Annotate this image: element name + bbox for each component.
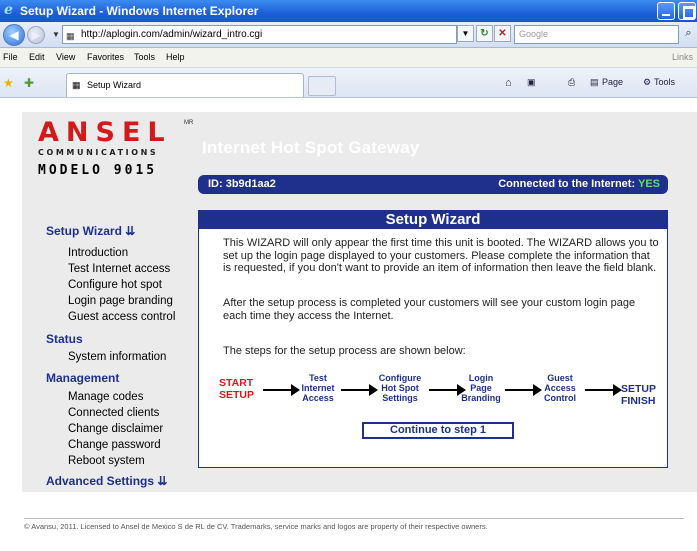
sidebar-item-introduction[interactable]: Introduction — [68, 247, 128, 259]
new-tab-button[interactable] — [308, 76, 336, 96]
add-favorite-icon[interactable]: ✚ — [24, 76, 34, 90]
step-start-setup: START SETUP — [219, 377, 255, 401]
menu-bar: File Edit View Favorites Tools Help Link… — [0, 48, 697, 68]
sidebar-item-change-password[interactable]: Change password — [68, 439, 161, 451]
sidebar-item-login-branding[interactable]: Login page branding — [68, 295, 173, 307]
internet-explorer-icon: e — [4, 2, 13, 18]
url-dropdown-button[interactable]: ▼ — [457, 25, 474, 42]
device-id: ID: 3b9d1aa2 — [208, 178, 276, 190]
tools-gear-icon: ⚙ — [643, 77, 652, 87]
tab-favicon-icon: ▦ — [72, 80, 81, 90]
history-dropdown-icon[interactable]: ▼ — [52, 30, 60, 39]
model-label: MODELO 9015 — [38, 163, 158, 178]
wizard-title: Setup Wizard — [199, 211, 667, 229]
menu-file[interactable]: File — [3, 52, 18, 62]
menu-tools[interactable]: Tools — [134, 52, 155, 62]
status-bar: ID: 3b9d1aa2 Connected to the Internet: … — [198, 175, 668, 194]
menu-view[interactable]: View — [56, 52, 75, 62]
step-guest-access: Guest Access Control — [544, 373, 576, 403]
step-configure-hot-spot: Configure Hot Spot Settings — [378, 373, 422, 403]
sidebar-item-change-disclaimer[interactable]: Change disclaimer — [68, 423, 163, 435]
forward-button[interactable]: ▶ — [27, 26, 45, 44]
wizard-intro-text: This WIZARD will only appear the first t… — [223, 237, 659, 274]
page-title: Internet Hot Spot Gateway — [202, 138, 420, 157]
connection-label: Connected to the Internet: — [498, 178, 636, 190]
home-icon[interactable]: ⌂ — [505, 77, 512, 89]
sidebar-item-manage-codes[interactable]: Manage codes — [68, 391, 143, 403]
back-button[interactable]: ◀ — [3, 24, 25, 46]
step-arrow-icon — [429, 384, 466, 396]
step-setup-finish: SETUP FINISH — [621, 383, 657, 407]
wizard-completion-text: After the setup process is completed you… — [223, 297, 636, 322]
url-text: http://aplogin.com/admin/wizard_intro.cg… — [81, 29, 263, 40]
sidebar-section-setup-wizard[interactable]: Setup Wizard ⇊ — [46, 224, 135, 238]
maximize-button[interactable] — [678, 2, 696, 20]
step-arrow-icon — [505, 384, 542, 396]
refresh-button[interactable]: ↻ — [476, 25, 493, 42]
page-viewport: ANSEL MR COMMUNICATIONS MODELO 9015 Inte… — [0, 98, 697, 551]
search-placeholder: Google — [519, 29, 549, 39]
search-input[interactable]: Google — [514, 25, 679, 44]
forward-arrow-icon: ▶ — [31, 28, 41, 42]
sidebar-item-system-information[interactable]: System information — [68, 351, 166, 363]
sidebar-item-connected-clients[interactable]: Connected clients — [68, 407, 159, 419]
wizard-steps-text: The steps for the setup process are show… — [223, 345, 466, 357]
search-icon[interactable]: ⌕ — [680, 25, 697, 44]
window-title-bar[interactable]: e Setup Wizard - Windows Internet Explor… — [0, 0, 697, 22]
feeds-icon[interactable]: ▣ — [527, 77, 536, 88]
footer-copyright: © Avansu, 2011. Licensed to Ansel de Mex… — [24, 522, 488, 531]
back-arrow-icon: ◀ — [9, 28, 19, 42]
page-menu[interactable]: Page — [602, 77, 623, 87]
address-bar: ◀ ▶ ▼ ▦ http://aplogin.com/admin/wizard_… — [0, 22, 697, 48]
favorites-star-icon[interactable]: ★ — [3, 76, 14, 90]
menu-help[interactable]: Help — [166, 52, 185, 62]
menu-edit[interactable]: Edit — [29, 52, 45, 62]
sidebar-section-status[interactable]: Status — [46, 332, 83, 346]
step-arrow-icon — [585, 384, 622, 396]
sidebar-section-management[interactable]: Management — [46, 371, 119, 385]
sidebar-item-guest-access[interactable]: Guest access control — [68, 311, 175, 323]
footer-divider — [24, 518, 684, 519]
tab-setup-wizard[interactable]: ▦ Setup Wizard — [66, 73, 304, 97]
logo-trademark: MR — [184, 120, 194, 126]
logo-subtitle: COMMUNICATIONS — [38, 148, 159, 157]
sidebar-item-reboot-system[interactable]: Reboot system — [68, 455, 145, 467]
links-toolbar[interactable]: Links — [672, 52, 693, 62]
step-arrow-icon — [341, 384, 378, 396]
tab-bar: ★ ✚ ▦ Setup Wizard ⌂ ▣ ⎙ ▤ Page ⚙ Tools — [0, 68, 697, 98]
connection-status: Connected to the Internet: YES — [498, 175, 660, 194]
logo-brand: ANSEL — [38, 117, 172, 148]
tools-menu[interactable]: Tools — [654, 77, 675, 87]
step-login-branding: Login Page Branding — [461, 373, 501, 403]
continue-button[interactable]: Continue to step 1 — [362, 422, 514, 439]
url-field[interactable]: ▦ http://aplogin.com/admin/wizard_intro.… — [62, 25, 457, 44]
ansel-logo: ANSEL MR COMMUNICATIONS MODELO 9015 — [38, 117, 193, 179]
tab-title: Setup Wizard — [87, 80, 142, 90]
sidebar-item-configure-hot-spot[interactable]: Configure hot spot — [68, 279, 162, 291]
menu-favorites[interactable]: Favorites — [87, 52, 124, 62]
minimize-button[interactable] — [657, 2, 675, 20]
sidebar-section-advanced-settings[interactable]: Advanced Settings ⇊ — [46, 474, 167, 488]
sidebar-item-test-internet[interactable]: Test Internet access — [68, 263, 170, 275]
step-arrow-icon — [263, 384, 300, 396]
print-icon[interactable]: ⎙ — [568, 77, 575, 88]
connection-value: YES — [637, 178, 660, 190]
page-menu-icon: ▤ — [590, 77, 599, 87]
step-test-internet: Test Internet Access — [301, 373, 335, 403]
site-favicon-icon: ▦ — [66, 31, 75, 41]
stop-button[interactable]: ✕ — [494, 25, 511, 42]
setup-wizard-panel: Setup Wizard This WIZARD will only appea… — [198, 210, 668, 468]
window-title: Setup Wizard - Windows Internet Explorer — [20, 4, 259, 18]
